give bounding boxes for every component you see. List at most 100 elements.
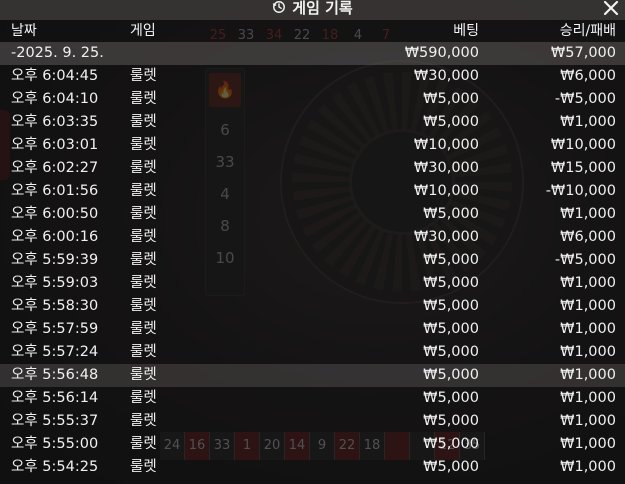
history-row[interactable]: 오후 6:03:35 룰렛 ₩5,000 ₩1,000 bbox=[0, 111, 625, 134]
row-bet: ₩5,000 bbox=[423, 344, 479, 360]
row-bet: ₩5,000 bbox=[423, 459, 479, 475]
row-game: 룰렛 bbox=[130, 68, 157, 84]
summary-result-total: ₩57,000 bbox=[550, 45, 616, 61]
row-game: 룰렛 bbox=[130, 229, 157, 245]
row-bet: ₩5,000 bbox=[423, 275, 479, 291]
row-game: 룰렛 bbox=[130, 459, 157, 475]
row-game: 룰렛 bbox=[130, 436, 157, 452]
row-result: ₩6,000 bbox=[560, 229, 616, 245]
row-result: ₩1,000 bbox=[560, 275, 616, 291]
row-game: 룰렛 bbox=[130, 252, 157, 268]
row-result: ₩1,000 bbox=[560, 206, 616, 222]
row-game: 룰렛 bbox=[130, 390, 157, 406]
row-time: 오후 5:55:00 bbox=[11, 436, 99, 452]
history-row[interactable]: 오후 5:58:30 룰렛 ₩5,000 ₩1,000 bbox=[0, 295, 625, 318]
row-bet: ₩30,000 bbox=[413, 160, 479, 176]
row-bet: ₩5,000 bbox=[423, 252, 479, 268]
row-time: 오후 6:04:45 bbox=[11, 68, 99, 84]
row-time: 오후 6:00:16 bbox=[11, 229, 99, 245]
row-game: 룰렛 bbox=[130, 160, 157, 176]
history-row[interactable]: 오후 5:55:00 룰렛 ₩5,000 ₩1,000 bbox=[0, 433, 625, 456]
history-row[interactable]: 오후 5:55:37 룰렛 ₩5,000 ₩1,000 bbox=[0, 410, 625, 433]
row-game: 룰렛 bbox=[130, 298, 157, 314]
row-result: ₩1,000 bbox=[560, 344, 616, 360]
row-game: 룰렛 bbox=[130, 275, 157, 291]
row-result: ₩1,000 bbox=[560, 459, 616, 475]
history-row[interactable]: 오후 6:04:10 룰렛 ₩5,000 -₩5,000 bbox=[0, 88, 625, 111]
row-result: ₩1,000 bbox=[560, 413, 616, 429]
row-result: -₩5,000 bbox=[554, 91, 616, 107]
row-game: 룰렛 bbox=[130, 91, 157, 107]
row-bet: ₩5,000 bbox=[423, 413, 479, 429]
row-time: 오후 5:57:24 bbox=[11, 344, 99, 360]
row-bet: ₩5,000 bbox=[423, 321, 479, 337]
summary-bet-total: ₩590,000 bbox=[404, 45, 479, 61]
history-row[interactable]: 오후 6:00:50 룰렛 ₩5,000 ₩1,000 bbox=[0, 203, 625, 226]
row-time: 오후 6:03:01 bbox=[11, 137, 99, 153]
row-time: 오후 5:58:30 bbox=[11, 298, 99, 314]
history-title-bar: 게임 기록 bbox=[0, 0, 625, 20]
history-clock-icon bbox=[273, 1, 286, 13]
history-row[interactable]: 오후 6:02:27 룰렛 ₩30,000 ₩15,000 bbox=[0, 157, 625, 180]
row-result: ₩1,000 bbox=[560, 321, 616, 337]
row-time: 오후 6:03:35 bbox=[11, 114, 99, 130]
column-header-date: 날짜 bbox=[11, 23, 37, 39]
row-bet: ₩5,000 bbox=[423, 390, 479, 406]
history-row[interactable]: 오후 5:56:14 룰렛 ₩5,000 ₩1,000 bbox=[0, 387, 625, 410]
row-result: ₩10,000 bbox=[550, 137, 616, 153]
row-result: ₩6,000 bbox=[560, 68, 616, 84]
history-row[interactable]: 오후 6:04:45 룰렛 ₩30,000 ₩6,000 bbox=[0, 65, 625, 88]
row-game: 룰렛 bbox=[130, 321, 157, 337]
column-header-bet: 베팅 bbox=[453, 23, 479, 39]
row-game: 룰렛 bbox=[130, 114, 157, 130]
row-time: 오후 5:55:37 bbox=[11, 413, 99, 429]
history-row[interactable]: 오후 5:54:25 룰렛 ₩5,000 ₩1,000 bbox=[0, 456, 625, 479]
row-result: -₩10,000 bbox=[545, 183, 616, 199]
row-result: ₩1,000 bbox=[560, 436, 616, 452]
row-game: 룰렛 bbox=[130, 206, 157, 222]
row-time: 오후 6:00:50 bbox=[11, 206, 99, 222]
summary-date: -2025. 9. 25. bbox=[11, 45, 104, 61]
row-time: 오후 5:59:39 bbox=[11, 252, 99, 268]
row-bet: ₩5,000 bbox=[423, 298, 479, 314]
row-time: 오후 5:57:59 bbox=[11, 321, 99, 337]
history-row[interactable]: 오후 6:03:01 룰렛 ₩10,000 ₩10,000 bbox=[0, 134, 625, 157]
row-bet: ₩30,000 bbox=[413, 229, 479, 245]
row-bet: ₩10,000 bbox=[413, 183, 479, 199]
history-row[interactable]: 오후 5:57:59 룰렛 ₩5,000 ₩1,000 bbox=[0, 318, 625, 341]
row-result: ₩1,000 bbox=[560, 367, 616, 383]
row-time: 오후 6:01:56 bbox=[11, 183, 99, 199]
row-bet: ₩5,000 bbox=[423, 91, 479, 107]
row-bet: ₩10,000 bbox=[413, 137, 479, 153]
row-bet: ₩5,000 bbox=[423, 206, 479, 222]
row-game: 룰렛 bbox=[130, 413, 157, 429]
row-game: 룰렛 bbox=[130, 367, 157, 383]
history-row[interactable]: 오후 5:56:48 룰렛 ₩5,000 ₩1,000 bbox=[0, 364, 625, 387]
row-bet: ₩30,000 bbox=[413, 68, 479, 84]
history-row[interactable]: 오후 6:00:16 룰렛 ₩30,000 ₩6,000 bbox=[0, 226, 625, 249]
row-time: 오후 5:56:14 bbox=[11, 390, 99, 406]
column-header-result: 승리/패배 bbox=[559, 23, 616, 39]
row-time: 오후 6:04:10 bbox=[11, 91, 99, 107]
game-history-panel: 게임 기록 날짜 게임 베팅 승리/패배 -2025. 9. 25. ₩590,… bbox=[0, 0, 625, 484]
row-bet: ₩5,000 bbox=[423, 367, 479, 383]
date-summary-row[interactable]: -2025. 9. 25. ₩590,000 ₩57,000 bbox=[0, 42, 625, 65]
row-result: -₩5,000 bbox=[554, 252, 616, 268]
close-icon[interactable] bbox=[601, 0, 621, 18]
history-row[interactable]: 오후 5:57:24 룰렛 ₩5,000 ₩1,000 bbox=[0, 341, 625, 364]
row-bet: ₩5,000 bbox=[423, 114, 479, 130]
column-header-game: 게임 bbox=[130, 23, 156, 39]
row-game: 룰렛 bbox=[130, 183, 157, 199]
row-result: ₩1,000 bbox=[560, 298, 616, 314]
row-result: ₩1,000 bbox=[560, 390, 616, 406]
row-result: ₩1,000 bbox=[560, 114, 616, 130]
history-title: 게임 기록 bbox=[292, 0, 353, 17]
history-row[interactable]: 오후 5:59:03 룰렛 ₩5,000 ₩1,000 bbox=[0, 272, 625, 295]
row-time: 오후 5:56:48 bbox=[11, 367, 99, 383]
row-game: 룰렛 bbox=[130, 137, 157, 153]
history-row[interactable]: 오후 6:01:56 룰렛 ₩10,000 -₩10,000 bbox=[0, 180, 625, 203]
row-time: 오후 5:59:03 bbox=[11, 275, 99, 291]
row-bet: ₩5,000 bbox=[423, 436, 479, 452]
history-row[interactable]: 오후 5:59:39 룰렛 ₩5,000 -₩5,000 bbox=[0, 249, 625, 272]
history-list: -2025. 9. 25. ₩590,000 ₩57,000 오후 6:04:4… bbox=[0, 42, 625, 479]
